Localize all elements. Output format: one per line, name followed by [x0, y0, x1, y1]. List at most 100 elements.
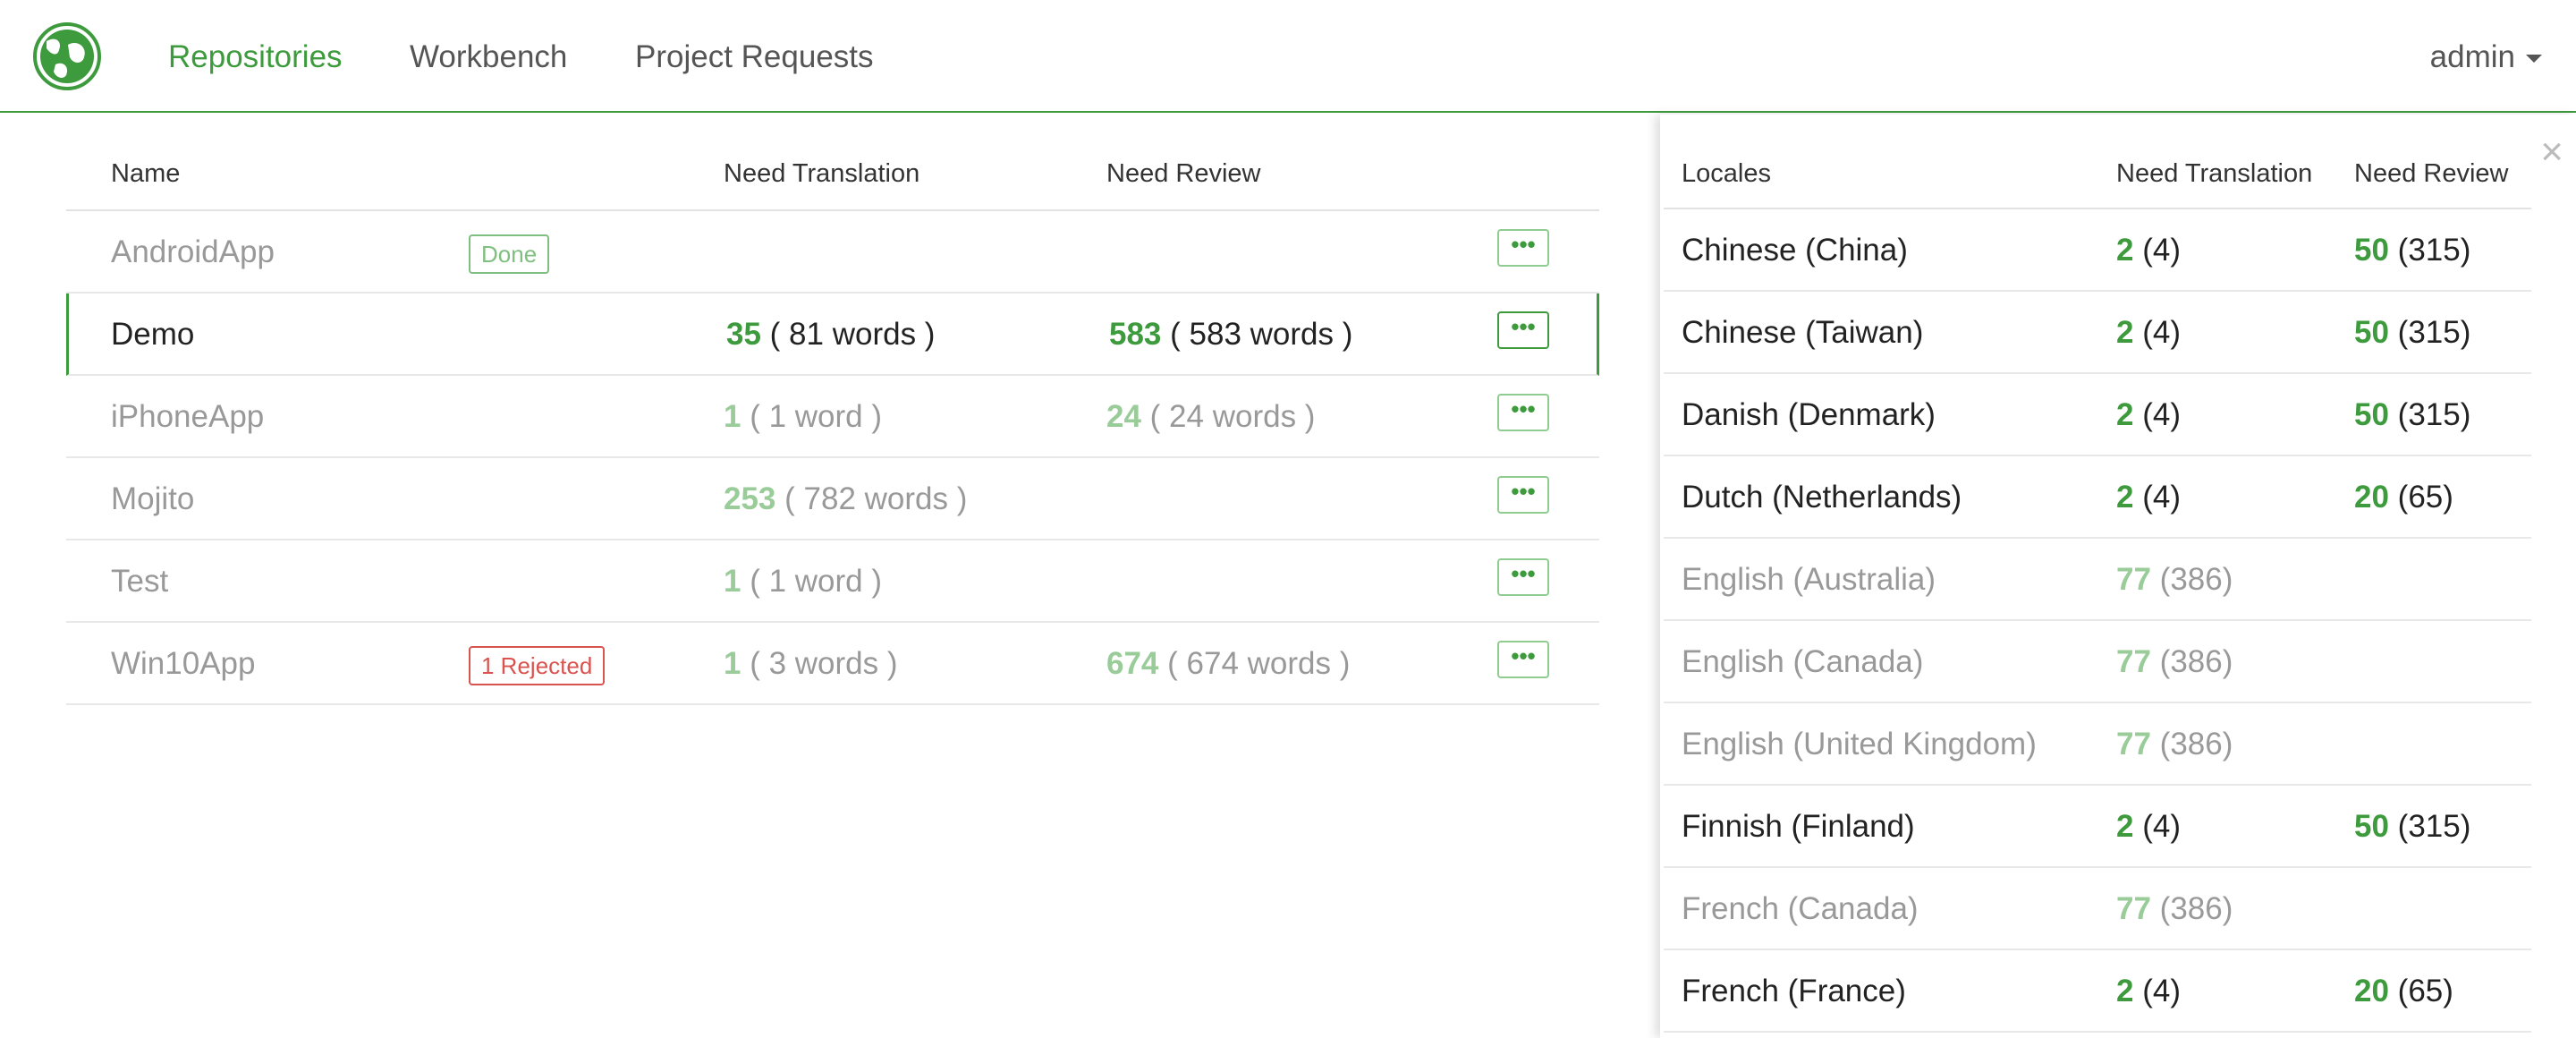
repo-row[interactable]: Test 1 ( 1 word ) •••: [66, 540, 1599, 623]
repo-name[interactable]: Win10App: [111, 646, 255, 682]
header-need-review: Need Review: [2354, 159, 2509, 188]
need-translation-count[interactable]: 1: [724, 646, 741, 681]
need-translation-words: (4): [2142, 480, 2181, 515]
need-translation-count[interactable]: 1: [724, 564, 741, 599]
nav-link-workbench[interactable]: Workbench: [410, 39, 567, 75]
header-locales: Locales: [1682, 159, 1771, 188]
more-actions-button[interactable]: •••: [1497, 311, 1549, 349]
locale-row[interactable]: Finnish (Finland) 2 (4) 50 (315): [1664, 786, 2531, 868]
need-translation-cell: 35 ( 81 words ): [726, 317, 935, 353]
locale-name[interactable]: English (Australia): [1682, 562, 1936, 598]
need-translation-count[interactable]: 2: [2116, 315, 2133, 350]
status-badge: Done: [469, 234, 550, 274]
need-translation-words: ( 782 words ): [784, 481, 968, 516]
need-translation-cell: 77 (386): [2116, 727, 2233, 762]
need-review-cell: 50 (315): [2354, 397, 2470, 433]
need-translation-cell: 2 (4): [2116, 315, 2181, 351]
need-review-cell: 50 (315): [2354, 315, 2470, 351]
need-review-count[interactable]: 50: [2354, 809, 2389, 844]
locale-row[interactable]: French (Canada) 77 (386): [1664, 868, 2531, 950]
need-translation-words: (4): [2142, 809, 2181, 844]
user-menu[interactable]: admin: [2430, 39, 2542, 75]
need-translation-count[interactable]: 253: [724, 481, 775, 516]
locale-name[interactable]: English (United Kingdom): [1682, 727, 2037, 762]
repo-row[interactable]: iPhoneApp 1 ( 1 word ) 24 ( 24 words ) •••: [66, 376, 1599, 458]
top-navbar: Repositories Workbench Project Requests …: [0, 0, 2576, 113]
need-translation-count[interactable]: 77: [2116, 727, 2151, 761]
need-review-count[interactable]: 583: [1109, 317, 1161, 352]
close-icon[interactable]: ×: [2540, 132, 2563, 172]
need-review-count[interactable]: 674: [1106, 646, 1158, 681]
need-translation-count[interactable]: 2: [2116, 397, 2133, 432]
need-translation-count[interactable]: 1: [724, 399, 741, 434]
nav-link-repositories[interactable]: Repositories: [168, 39, 343, 75]
need-review-count[interactable]: 50: [2354, 397, 2389, 432]
more-actions-button[interactable]: •••: [1497, 558, 1549, 596]
need-translation-cell: 2 (4): [2116, 974, 2181, 1009]
globe-leaf-icon[interactable]: [32, 21, 102, 91]
need-translation-count[interactable]: 2: [2116, 974, 2133, 1008]
locale-row[interactable]: Dutch (Netherlands) 2 (4) 20 (65): [1664, 456, 2531, 539]
need-translation-cell: 1 ( 1 word ): [724, 399, 882, 435]
need-translation-count[interactable]: 77: [2116, 562, 2151, 597]
locale-row[interactable]: Danish (Denmark) 2 (4) 50 (315): [1664, 374, 2531, 456]
locale-row[interactable]: English (Canada) 77 (386): [1664, 621, 2531, 703]
locale-name[interactable]: Danish (Denmark): [1682, 397, 1936, 433]
need-review-count[interactable]: 24: [1106, 399, 1141, 434]
need-review-cell: 20 (65): [2354, 480, 2453, 515]
need-translation-cell: 77 (386): [2116, 891, 2233, 927]
need-review-cell: 20 (65): [2354, 974, 2453, 1009]
need-review-count[interactable]: 20: [2354, 480, 2389, 515]
need-review-count[interactable]: 50: [2354, 233, 2389, 268]
need-translation-count[interactable]: 77: [2116, 644, 2151, 679]
repo-row[interactable]: Demo 35 ( 81 words ) 583 ( 583 words ) •••: [66, 294, 1599, 376]
more-actions-button[interactable]: •••: [1497, 476, 1549, 514]
locale-name[interactable]: Finnish (Finland): [1682, 809, 1915, 845]
locale-name[interactable]: French (Canada): [1682, 891, 1919, 927]
need-translation-cell: 1 ( 3 words ): [724, 646, 898, 682]
locale-name[interactable]: English (Canada): [1682, 644, 1923, 680]
locale-row[interactable]: Chinese (China) 2 (4) 50 (315): [1664, 209, 2531, 292]
need-review-words: (315): [2397, 315, 2471, 350]
need-review-cell: 50 (315): [2354, 233, 2470, 268]
need-review-count[interactable]: 20: [2354, 974, 2389, 1008]
need-translation-count[interactable]: 2: [2116, 809, 2133, 844]
need-review-cell: 24 ( 24 words ): [1106, 399, 1315, 435]
repo-name[interactable]: Test: [111, 564, 168, 600]
locales-table: Locales Need Translation Need Review Chi…: [1664, 145, 2531, 1033]
need-translation-cell: 2 (4): [2116, 233, 2181, 268]
repo-row[interactable]: Mojito 253 ( 782 words ) •••: [66, 458, 1599, 540]
repo-row[interactable]: AndroidApp Done •••: [66, 211, 1599, 294]
more-actions-button[interactable]: •••: [1497, 229, 1549, 267]
header-need-translation: Need Translation: [724, 159, 920, 188]
need-translation-words: ( 1 word ): [750, 564, 883, 599]
repo-name[interactable]: Demo: [111, 317, 194, 353]
need-translation-words: (386): [2159, 644, 2233, 679]
need-translation-words: (386): [2159, 562, 2233, 597]
locale-name[interactable]: Chinese (China): [1682, 233, 1908, 268]
header-name: Name: [111, 159, 181, 188]
locale-name[interactable]: French (France): [1682, 974, 1906, 1009]
need-review-words: (65): [2397, 480, 2453, 515]
locale-row[interactable]: English (Australia) 77 (386): [1664, 539, 2531, 621]
repo-name[interactable]: AndroidApp: [111, 234, 275, 270]
locale-row[interactable]: English (United Kingdom) 77 (386): [1664, 703, 2531, 786]
repo-name[interactable]: Mojito: [111, 481, 194, 517]
need-translation-cell: 2 (4): [2116, 809, 2181, 845]
need-translation-count[interactable]: 35: [726, 317, 761, 352]
locale-name[interactable]: Dutch (Netherlands): [1682, 480, 1962, 515]
repo-name[interactable]: iPhoneApp: [111, 399, 264, 435]
locale-name[interactable]: Chinese (Taiwan): [1682, 315, 1923, 351]
repo-row[interactable]: Win10App 1 Rejected 1 ( 3 words ) 674 ( 674…: [66, 623, 1599, 705]
locale-row[interactable]: French (France) 2 (4) 20 (65): [1664, 950, 2531, 1033]
locale-row[interactable]: Chinese (Taiwan) 2 (4) 50 (315): [1664, 292, 2531, 374]
need-translation-count[interactable]: 2: [2116, 480, 2133, 515]
more-actions-button[interactable]: •••: [1497, 394, 1549, 431]
status-badge: 1 Rejected: [469, 646, 606, 685]
need-translation-count[interactable]: 77: [2116, 891, 2151, 926]
need-translation-count[interactable]: 2: [2116, 233, 2133, 268]
need-review-count[interactable]: 50: [2354, 315, 2389, 350]
need-translation-words: (386): [2159, 891, 2233, 926]
more-actions-button[interactable]: •••: [1497, 641, 1549, 678]
nav-link-project-requests[interactable]: Project Requests: [635, 39, 874, 75]
